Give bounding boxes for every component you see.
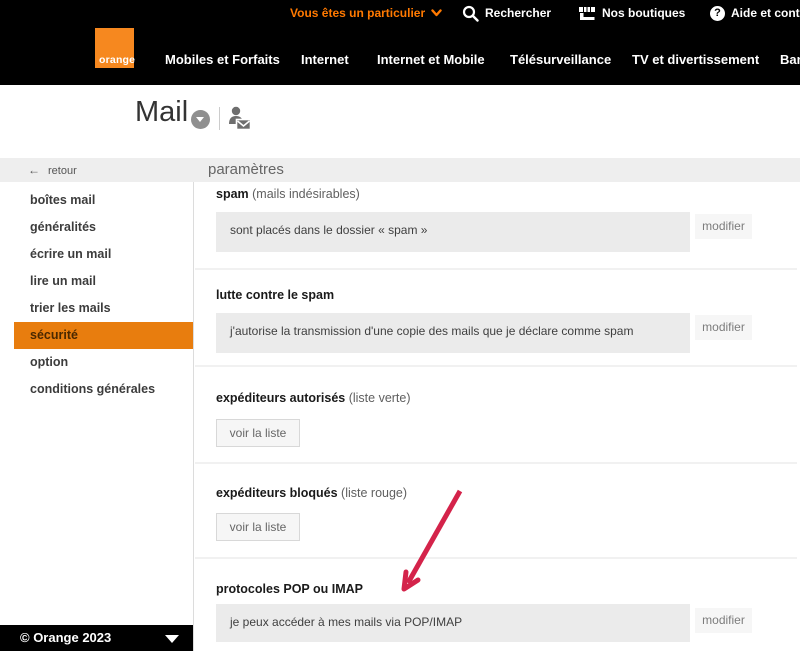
contacts-icon[interactable] <box>227 105 252 137</box>
settings-sidebar: boîtes mail généralités écrire un mail l… <box>0 187 193 403</box>
mail-dropdown-button[interactable] <box>191 110 210 129</box>
sidebar-item-generalites[interactable]: généralités <box>0 214 193 241</box>
orange-mail-settings-page: Vous êtes un particulier Rechercher Nos … <box>0 0 800 651</box>
footer-bar: © Orange 2023 <box>0 625 193 651</box>
help-button[interactable]: ? Aide et contact <box>710 4 800 22</box>
section-divider <box>195 557 797 559</box>
section-title-suffix: (liste verte) <box>349 391 411 405</box>
section-title-suffix: (liste rouge) <box>341 486 407 500</box>
back-link[interactable]: ← retour <box>28 158 77 182</box>
section-title-text: spam <box>216 187 249 201</box>
top-header: Vous êtes un particulier Rechercher Nos … <box>0 0 800 85</box>
red-list-view-button[interactable]: voir la liste <box>216 513 300 541</box>
storefront-icon <box>578 5 596 21</box>
section-title-spam: spam (mails indésirables) <box>216 187 360 201</box>
sidebar-item-option[interactable]: option <box>0 349 193 376</box>
search-icon <box>462 5 479 22</box>
footer-collapse-icon[interactable] <box>165 635 179 643</box>
sidebar-item-lire-un-mail[interactable]: lire un mail <box>0 268 193 295</box>
section-divider <box>195 462 797 464</box>
parameters-heading: paramètres <box>208 158 284 182</box>
section-title-suffix: (mails indésirables) <box>252 187 360 201</box>
sidebar-item-trier-les-mails[interactable]: trier les mails <box>0 295 193 322</box>
section-title-protocoles: protocoles POP ou IMAP <box>216 582 363 596</box>
section-divider <box>195 365 797 367</box>
section-divider <box>195 268 797 270</box>
shops-button[interactable]: Nos boutiques <box>578 4 685 22</box>
section-title-text: lutte contre le spam <box>216 288 334 302</box>
nav-mobiles-et-forfaits[interactable]: Mobiles et Forfaits <box>165 52 280 67</box>
nav-internet[interactable]: Internet <box>301 52 349 67</box>
spam-value-box: sont placés dans le dossier « spam » <box>216 212 690 252</box>
sidebar-item-ecrire-un-mail[interactable]: écrire un mail <box>0 241 193 268</box>
title-divider <box>219 107 220 130</box>
settings-main: spam (mails indésirables) sont placés da… <box>195 182 800 651</box>
copyright-text: © Orange 2023 <box>20 625 111 651</box>
chevron-down-icon <box>431 9 442 17</box>
audience-label: Vous êtes un particulier <box>290 6 425 20</box>
section-title-expediteurs-bloques: expéditeurs bloqués (liste rouge) <box>216 486 407 500</box>
protocoles-modify-button[interactable]: modifier <box>695 608 752 633</box>
page-title: Mail <box>135 96 188 129</box>
nav-tv-et-divertissement[interactable]: TV et divertissement <box>632 52 759 67</box>
help-label: Aide et contact <box>731 6 800 20</box>
nav-telesurveillance[interactable]: Télésurveillance <box>510 52 611 67</box>
lutte-spam-value-box: j'autorise la transmission d'une copie d… <box>216 313 690 353</box>
section-title-lutte-spam: lutte contre le spam <box>216 288 334 302</box>
green-list-view-button[interactable]: voir la liste <box>216 419 300 447</box>
help-icon: ? <box>710 6 725 21</box>
search-button[interactable]: Rechercher <box>462 4 551 22</box>
section-header-bar <box>0 158 800 182</box>
section-title-text: expéditeurs bloqués <box>216 486 338 500</box>
spam-modify-button[interactable]: modifier <box>695 214 752 239</box>
shops-label: Nos boutiques <box>602 6 685 20</box>
protocoles-value-box: je peux accéder à mes mails via POP/IMAP <box>216 604 690 642</box>
search-label: Rechercher <box>485 6 551 20</box>
sidebar-divider <box>193 182 194 651</box>
back-arrow-icon: ← <box>28 163 40 177</box>
sidebar-item-securite[interactable]: sécurité <box>14 322 193 349</box>
orange-logo-text: orange <box>99 54 135 66</box>
section-title-expediteurs-autorises: expéditeurs autorisés (liste verte) <box>216 391 411 405</box>
back-label: retour <box>48 165 77 177</box>
section-title-text: protocoles POP ou IMAP <box>216 582 363 596</box>
audience-selector[interactable]: Vous êtes un particulier <box>290 4 442 22</box>
orange-logo[interactable]: orange <box>95 28 134 68</box>
nav-banque[interactable]: Banque <box>780 52 800 67</box>
lutte-spam-modify-button[interactable]: modifier <box>695 315 752 340</box>
sidebar-item-conditions-generales[interactable]: conditions générales <box>0 376 193 403</box>
nav-internet-et-mobile[interactable]: Internet et Mobile <box>377 52 485 67</box>
sidebar-item-boites-mail[interactable]: boîtes mail <box>0 187 193 214</box>
section-title-text: expéditeurs autorisés <box>216 391 345 405</box>
